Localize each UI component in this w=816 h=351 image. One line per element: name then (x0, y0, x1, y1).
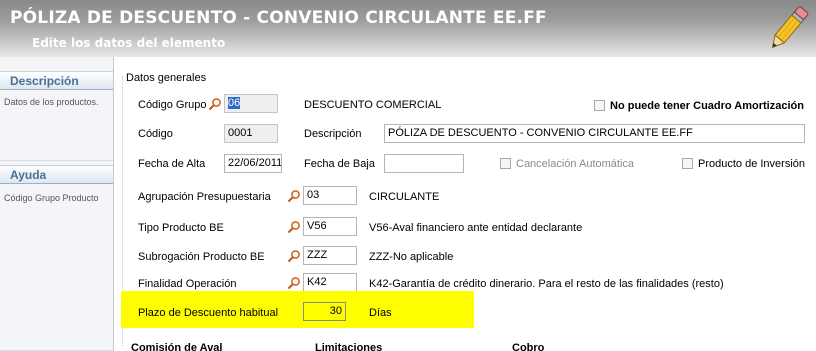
sidebar: Descripción Datos de los productos. Ayud… (0, 57, 113, 351)
description-heading: Descripción (0, 71, 113, 90)
codigo-grupo-label: Código Grupo (138, 99, 207, 111)
subrogacion-producto-be-label: Subrogación Producto BE (138, 251, 265, 263)
cancelacion-automatica-checkbox[interactable] (500, 158, 511, 169)
form-area: Datos generales Código Grupo 06 DESCUENT… (113, 57, 816, 351)
producto-inversion-label: Producto de Inversión (698, 158, 806, 170)
descripcion-field[interactable]: PÓLIZA DE DESCUENTO - CONVENIO CIRCULANT… (384, 124, 805, 143)
page-subtitle: Edite los datos del elemento (32, 36, 226, 50)
fecha-baja-field[interactable] (384, 154, 464, 173)
search-icon[interactable] (287, 220, 301, 234)
producto-inversion-checkbox[interactable] (682, 158, 693, 169)
fecha-alta-label: Fecha de Alta (138, 158, 206, 170)
help-panel (0, 161, 113, 351)
page-title: PÓLIZA DE DESCUENTO - CONVENIO CIRCULANT… (10, 8, 547, 28)
finalidad-operacion-label: Finalidad Operación (138, 278, 237, 290)
finalidad-operacion-field[interactable]: K42 (303, 273, 357, 292)
section-cobro[interactable]: Cobro (512, 342, 544, 351)
agrupacion-presupuestaria-label: Agrupación Presupuestaria (138, 191, 271, 203)
codigo-grupo-description: DESCUENTO COMERCIAL (304, 99, 442, 111)
plazo-descuento-label: Plazo de Descuento habitual (138, 307, 279, 319)
tipo-producto-be-description: V56-Aval financiero ante entidad declara… (369, 222, 583, 234)
header-bar: PÓLIZA DE DESCUENTO - CONVENIO CIRCULANT… (0, 0, 816, 57)
codigo-label: Código (138, 128, 173, 140)
help-text: Código Grupo Producto (4, 193, 99, 203)
agrupacion-presupuestaria-field[interactable]: 03 (303, 186, 357, 205)
codigo-grupo-field[interactable]: 06 (224, 94, 278, 113)
no-cuadro-amortizacion-checkbox[interactable] (594, 100, 605, 111)
search-icon[interactable] (287, 189, 301, 203)
tipo-producto-be-label: Tipo Producto BE (138, 222, 224, 234)
fecha-alta-field[interactable]: 22/06/2011 (224, 154, 282, 173)
no-cuadro-amortizacion-label: No puede tener Cuadro Amortización (610, 100, 804, 112)
section-comision-aval[interactable]: Comisión de Aval (131, 342, 222, 351)
descripcion-label: Descripción (304, 128, 362, 140)
pencil-icon (771, 6, 809, 49)
finalidad-operacion-description: K42-Garantía de crédito dinerario. Para … (369, 278, 724, 290)
search-icon[interactable] (287, 276, 301, 290)
subrogacion-producto-be-field[interactable]: ZZZ (303, 246, 357, 265)
plazo-descuento-unit: Días (369, 307, 392, 319)
search-icon[interactable] (287, 249, 301, 263)
fecha-baja-label: Fecha de Baja (304, 158, 375, 170)
tipo-producto-be-field[interactable]: V56 (303, 217, 357, 236)
subrogacion-producto-be-description: ZZZ-No aplicable (369, 251, 454, 263)
agrupacion-presupuestaria-description: CIRCULANTE (369, 191, 440, 203)
section-limitaciones[interactable]: Limitaciones (315, 342, 382, 351)
description-text: Datos de los productos. (4, 97, 99, 107)
cancelacion-automatica-label: Cancelación Automática (516, 158, 635, 170)
codigo-field[interactable]: 0001 (224, 124, 278, 143)
plazo-descuento-field[interactable]: 30 (303, 302, 346, 321)
section-title: Datos generales (126, 72, 207, 84)
search-icon[interactable] (208, 97, 222, 111)
help-heading: Ayuda (0, 165, 113, 184)
